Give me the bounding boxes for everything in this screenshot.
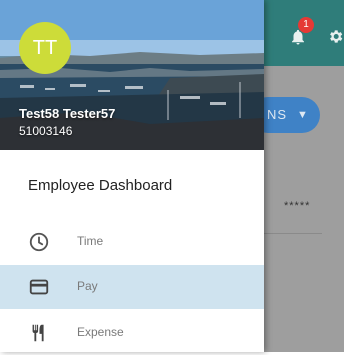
- drawer-item-time[interactable]: Time: [0, 220, 264, 264]
- masked-value: *****: [284, 200, 311, 212]
- clock-icon: [29, 232, 49, 252]
- drawer-item-expense[interactable]: Expense: [0, 311, 264, 355]
- user-name: Test58 Tester57: [19, 106, 116, 121]
- drawer-header: TT Test58 Tester57 51003146: [0, 0, 264, 150]
- drawer-item-pay[interactable]: Pay: [0, 265, 264, 309]
- drawer-item-label: Pay: [77, 279, 98, 293]
- action-pill-label: NS: [267, 107, 288, 122]
- notification-badge: 1: [298, 17, 314, 33]
- drawer-item-label: Expense: [77, 325, 124, 339]
- user-id: 51003146: [19, 124, 73, 138]
- settings-gear-icon[interactable]: [327, 28, 344, 45]
- chevron-down-icon: ▼: [297, 109, 309, 121]
- drawer-item-label: Time: [77, 234, 104, 248]
- avatar[interactable]: TT: [19, 22, 71, 74]
- section-title: Employee Dashboard: [28, 177, 173, 194]
- row-divider: [264, 233, 322, 234]
- credit-card-icon: [29, 279, 49, 295]
- fork-knife-icon: [32, 324, 44, 342]
- navigation-drawer: TT Test58 Tester57 51003146 Employee Das…: [0, 0, 264, 352]
